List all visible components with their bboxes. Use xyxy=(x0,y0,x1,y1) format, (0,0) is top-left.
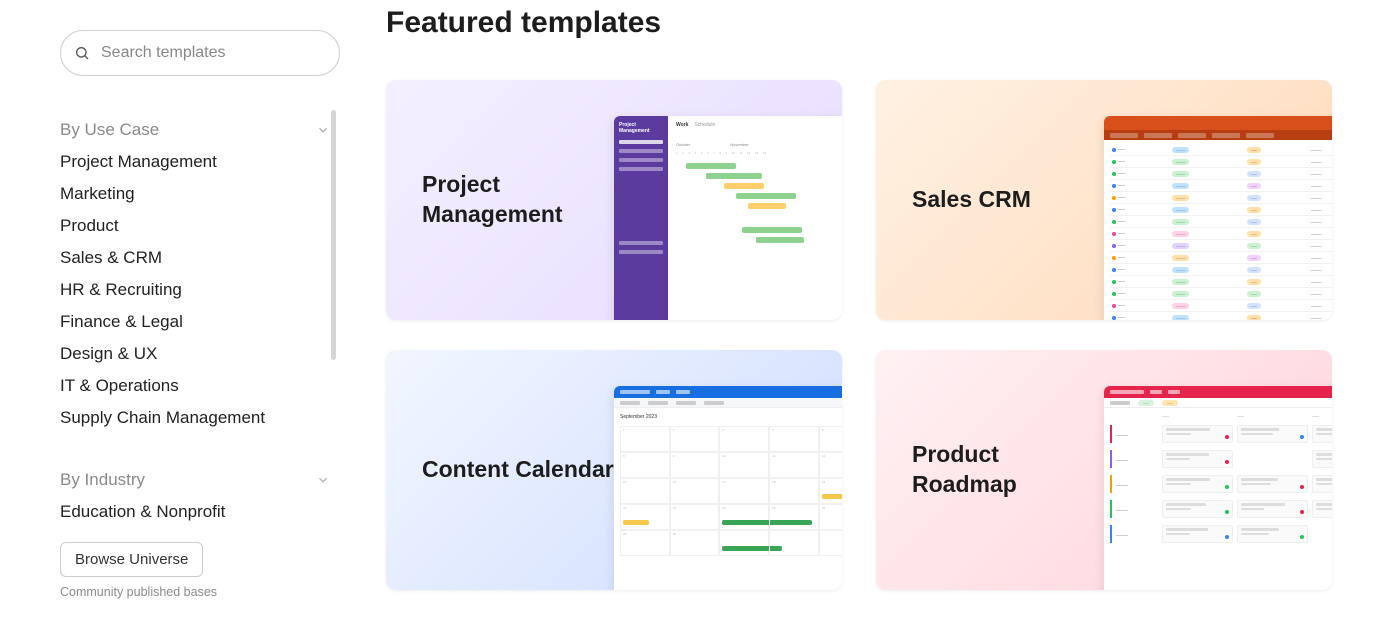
sidebar-item-project-management[interactable]: Project Management xyxy=(60,146,336,178)
card-label: Content Calendar xyxy=(386,455,616,485)
sidebar-item-finance-legal[interactable]: Finance & Legal xyxy=(60,306,336,338)
group-header-use-case[interactable]: By Use Case xyxy=(60,120,330,140)
filters-panel: By Use Case Project Management Marketing… xyxy=(60,110,340,630)
group-items-use-case: Project Management Marketing Product Sal… xyxy=(60,146,336,434)
card-label: Project Management xyxy=(386,170,616,230)
group-title: By Use Case xyxy=(60,120,159,140)
sidebar-item-hr-recruiting[interactable]: HR & Recruiting xyxy=(60,274,336,306)
sidebar-item-it-operations[interactable]: IT & Operations xyxy=(60,370,336,402)
card-preview: —— —— ———————— ——— ——— xyxy=(1104,386,1332,590)
sidebar-item-design-ux[interactable]: Design & UX xyxy=(60,338,336,370)
sidebar-bottom: Browse Universe Community published base… xyxy=(60,530,340,599)
sidebar-item-marketing[interactable]: Marketing xyxy=(60,178,336,210)
template-card-sales-crm[interactable]: Sales CRM —————————————$—— —————————————… xyxy=(876,80,1332,320)
sidebar-item-supply-chain[interactable]: Supply Chain Management xyxy=(60,402,336,434)
sidebar-item-education-nonprofit[interactable]: Education & Nonprofit xyxy=(60,496,336,528)
template-card-content-calendar[interactable]: Content Calendar September 2023 1234567 … xyxy=(386,350,842,590)
sidebar-item-truncated[interactable]: — — — xyxy=(60,528,336,530)
group-title: By Industry xyxy=(60,470,145,490)
template-card-product-roadmap[interactable]: Product Roadmap —— —— ———————— ——— xyxy=(876,350,1332,590)
group-items-industry: Education & Nonprofit — — — xyxy=(60,496,336,530)
card-preview: —————————————$—— —————————————$—— ——————… xyxy=(1104,116,1332,320)
sidebar: By Use Case Project Management Marketing… xyxy=(0,0,340,640)
search-icon xyxy=(74,45,90,61)
card-label: Product Roadmap xyxy=(876,440,1106,500)
sidebar-item-product[interactable]: Product xyxy=(60,210,336,242)
search-input[interactable] xyxy=(60,30,340,76)
chevron-down-icon xyxy=(316,123,330,137)
card-preview: Project Management Work Schedule Oct xyxy=(614,116,842,320)
scrollbar-thumb[interactable] xyxy=(331,110,336,360)
page-title: Featured templates xyxy=(386,6,1400,40)
filters-scroll[interactable]: By Use Case Project Management Marketing… xyxy=(60,110,340,530)
community-subtext: Community published bases xyxy=(60,585,340,599)
main: Featured templates Project Management Pr… xyxy=(340,0,1400,640)
preview-tab-work: Work xyxy=(676,122,688,128)
template-grid: Project Management Project Management Wo… xyxy=(386,80,1400,590)
group-header-industry[interactable]: By Industry xyxy=(60,470,330,490)
card-preview: September 2023 1234567 891011121314 1516… xyxy=(614,386,842,590)
chevron-down-icon xyxy=(316,473,330,487)
preview-month: September 2023 xyxy=(620,414,842,420)
search-container xyxy=(60,30,340,76)
sidebar-item-sales-crm[interactable]: Sales & CRM xyxy=(60,242,336,274)
browse-universe-button[interactable]: Browse Universe xyxy=(60,542,203,577)
template-card-project-management[interactable]: Project Management Project Management Wo… xyxy=(386,80,842,320)
card-label: Sales CRM xyxy=(876,185,1106,215)
preview-title: Project Management xyxy=(619,122,663,134)
preview-tab-schedule: Schedule xyxy=(694,122,715,128)
